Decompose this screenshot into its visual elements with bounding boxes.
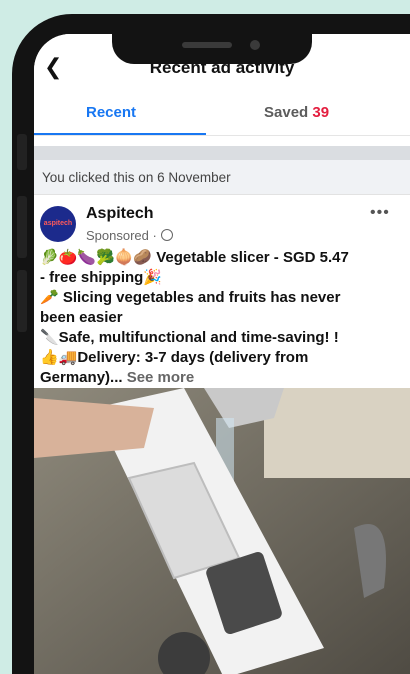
globe-icon: [160, 229, 173, 241]
front-camera: [250, 40, 260, 50]
tab-saved[interactable]: Saved 39: [264, 104, 329, 121]
phone-notch: [112, 34, 312, 64]
ad-text: 🥬🍅🍆🥦🧅🥔 Vegetable slicer - SGD 5.47 - fre…: [40, 248, 406, 388]
phone-volume-up-button: [17, 196, 27, 258]
ad-text-line: 👍🚚Delivery: 3-7 days (delivery from: [40, 349, 309, 366]
advertiser-name[interactable]: Aspitech: [86, 205, 154, 223]
activity-header: You clicked this on 6 November: [34, 160, 410, 195]
countertop: [264, 388, 410, 478]
phone-screen: ❮ Recent ad activity Recent Saved 39 You…: [34, 34, 410, 674]
saved-count-badge: 39: [312, 104, 330, 121]
clicked-date-text: You clicked this on 6 November: [42, 170, 231, 185]
photo-illustration: [34, 388, 410, 674]
vegetable-slicer-photo[interactable]: [34, 388, 410, 674]
chevron-left-icon[interactable]: ❮: [44, 56, 62, 78]
ad-text-line: 🥕 Slicing vegetables and fruits has neve…: [40, 289, 341, 306]
section-separator: [34, 146, 410, 160]
tab-recent[interactable]: Recent: [86, 104, 136, 121]
phone-volume-down-button: [17, 270, 27, 332]
more-horizontal-icon[interactable]: •••: [370, 204, 390, 222]
ad-text-line: 🥬🍅🍆🥦🧅🥔 Vegetable slicer - SGD 5.47: [40, 249, 349, 266]
phone-side-button: [17, 134, 27, 170]
sponsored-label: Sponsored ·: [86, 228, 173, 243]
tab-saved-label: Saved: [264, 104, 309, 121]
ad-text-line-end: Germany)...: [40, 369, 123, 386]
avatar[interactable]: aspitech: [40, 206, 76, 242]
tab-divider: [34, 135, 410, 136]
ad-text-line: - free shipping🎉: [40, 269, 163, 286]
sponsored-text: Sponsored ·: [86, 228, 157, 243]
ad-text-line: been easier: [40, 309, 123, 326]
ad-text-line: 🔪Safe, multifunctional and time-saving! …: [40, 329, 339, 346]
speaker-grille: [182, 42, 232, 48]
ad-text-line: Germany)... See more: [40, 368, 406, 388]
tab-bar: Recent Saved 39: [34, 92, 410, 136]
see-more-link[interactable]: See more: [127, 369, 195, 386]
